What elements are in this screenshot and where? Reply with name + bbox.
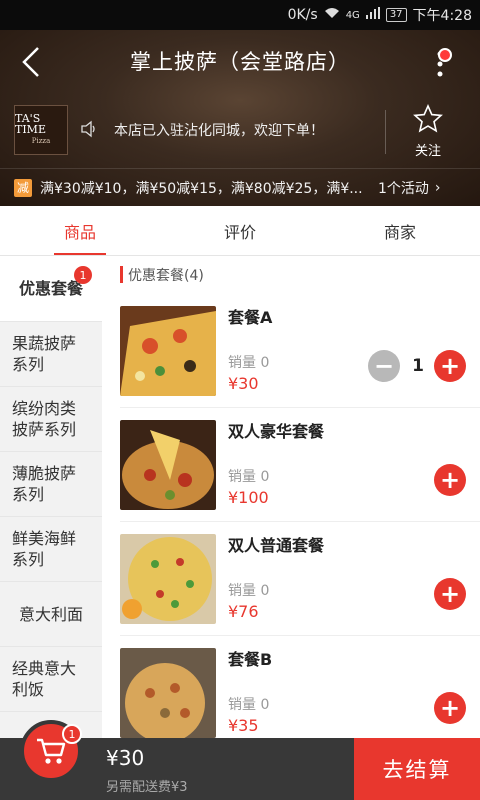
category-item-veggie-pizza[interactable]: 果蔬披萨系列 <box>0 322 102 387</box>
network-speed: 0K/s <box>287 7 318 23</box>
category-item-pasta[interactable]: 意大利面 <box>0 582 102 647</box>
category-sidebar: 优惠套餐 1 果蔬披萨系列 缤纷肉类披萨系列 薄脆披萨系列 鲜美海鲜系列 意大利… <box>0 256 102 738</box>
product-price: ¥100 <box>228 488 269 507</box>
category-label: 经典意大利饭 <box>12 659 77 699</box>
tab-reviews[interactable]: 评价 <box>160 206 320 255</box>
add-to-cart-button[interactable]: + <box>434 464 466 496</box>
product-sales: 销量 0 <box>228 697 270 713</box>
product-price: ¥30 <box>228 374 259 393</box>
logo-text: TA'S TIME <box>15 112 46 136</box>
minus-icon: − <box>373 352 395 380</box>
category-item-seafood[interactable]: 鲜美海鲜系列 <box>0 517 102 582</box>
plus-icon: + <box>439 466 461 494</box>
signal-icon <box>365 7 380 23</box>
signal-label: 4G <box>345 9 360 21</box>
battery-indicator: 37 <box>385 8 407 22</box>
store-tabs: 商品 评价 商家 <box>0 206 480 256</box>
category-label: 果蔬披萨系列 <box>12 334 77 374</box>
category-label: 缤纷肉类披萨系列 <box>12 399 77 439</box>
product-name: 双人普通套餐 <box>228 536 325 555</box>
product-image <box>120 648 216 738</box>
store-header: 掌上披萨（会堂路店） TA'S TIME Pizza 本店已入驻沾化同城，欢迎下… <box>0 30 480 206</box>
product-price: ¥35 <box>228 716 259 735</box>
status-bar: 0K/s 4G 37 下午4:28 <box>0 0 480 30</box>
product-image <box>120 420 216 510</box>
section-header: 优惠套餐(4) <box>102 256 480 294</box>
store-notice: 本店已入驻沾化同城，欢迎下单！ <box>114 123 324 139</box>
checkout-button[interactable]: 去结算 <box>354 738 480 800</box>
category-label: 优惠套餐 <box>18 279 83 298</box>
category-item-thin-pizza[interactable]: 薄脆披萨系列 <box>0 452 102 517</box>
list-item[interactable]: 双人豪华套餐 销量 0 ¥100 + <box>120 408 480 522</box>
product-price: ¥76 <box>228 602 259 621</box>
promotion-text: 满¥30减¥10，满¥50减¥15，满¥80减¥25，满¥... <box>40 180 363 197</box>
category-badge: 1 <box>74 266 92 284</box>
wifi-icon <box>324 7 340 23</box>
plus-icon: + <box>439 694 461 722</box>
plus-icon: + <box>439 352 461 380</box>
follow-label: 关注 <box>414 144 441 159</box>
clock: 下午4:28 <box>412 8 472 24</box>
product-image <box>120 534 216 624</box>
add-to-cart-button[interactable]: + <box>434 350 466 382</box>
decrease-quantity-button[interactable]: − <box>368 350 400 382</box>
list-item[interactable]: 套餐B 销量 0 ¥35 + <box>120 636 480 738</box>
cart-total: ¥30 <box>106 746 145 770</box>
category-item-deals[interactable]: 优惠套餐 1 <box>0 256 102 322</box>
divider <box>385 110 386 154</box>
product-sales: 销量 0 <box>228 583 270 599</box>
discount-tag: 减 <box>14 178 32 197</box>
tab-merchant[interactable]: 商家 <box>320 206 480 255</box>
add-to-cart-button[interactable]: + <box>434 692 466 724</box>
notification-dot <box>438 48 452 62</box>
promotion-count: 1个活动 <box>378 180 429 197</box>
category-item-risotto[interactable]: 经典意大利饭 <box>0 647 102 712</box>
promotion-bar[interactable]: 减 满¥30减¥10，满¥50减¥15，满¥80减¥25，满¥... 1个活动 … <box>0 168 480 206</box>
plus-icon: + <box>439 580 461 608</box>
cart-bar: 1 ¥30 另需配送费¥3 去结算 <box>0 720 480 800</box>
chevron-right-icon: › <box>434 179 441 196</box>
list-item[interactable]: 套餐A 销量 0 ¥30 − 1 + <box>120 294 480 408</box>
product-list: 优惠套餐(4) 套餐A 销量 0 ¥30 − 1 + 双人豪华套餐 销量 0 ¥… <box>102 256 480 738</box>
section-title: 优惠套餐(4) <box>128 268 204 284</box>
page-title: 掌上披萨（会堂路店） <box>130 50 350 74</box>
category-label: 鲜美海鲜系列 <box>12 529 77 569</box>
product-name: 套餐A <box>228 308 273 327</box>
star-icon <box>413 104 443 133</box>
product-sales: 销量 0 <box>228 469 270 485</box>
speaker-icon <box>80 120 98 138</box>
list-item[interactable]: 双人普通套餐 销量 0 ¥76 + <box>120 522 480 636</box>
product-sales: 销量 0 <box>228 355 270 371</box>
follow-button[interactable]: 关注 <box>400 104 456 160</box>
category-label: 意大利面 <box>18 604 83 624</box>
tab-products[interactable]: 商品 <box>0 206 160 255</box>
product-name: 套餐B <box>228 650 273 669</box>
shopping-cart-icon <box>37 738 66 764</box>
logo-subtext: Pizza <box>31 137 51 145</box>
store-logo: TA'S TIME Pizza <box>14 105 68 155</box>
category-item-meat-pizza[interactable]: 缤纷肉类披萨系列 <box>0 387 102 452</box>
delivery-fee: 另需配送费¥3 <box>106 780 188 795</box>
product-name: 双人豪华套餐 <box>228 422 325 441</box>
more-vertical-icon <box>437 51 443 77</box>
quantity-value: 1 <box>412 356 424 376</box>
category-label: 薄脆披萨系列 <box>12 464 77 504</box>
product-image <box>120 306 216 396</box>
cart-count-badge: 1 <box>62 724 82 744</box>
more-menu-button[interactable] <box>420 40 460 84</box>
add-to-cart-button[interactable]: + <box>434 578 466 610</box>
